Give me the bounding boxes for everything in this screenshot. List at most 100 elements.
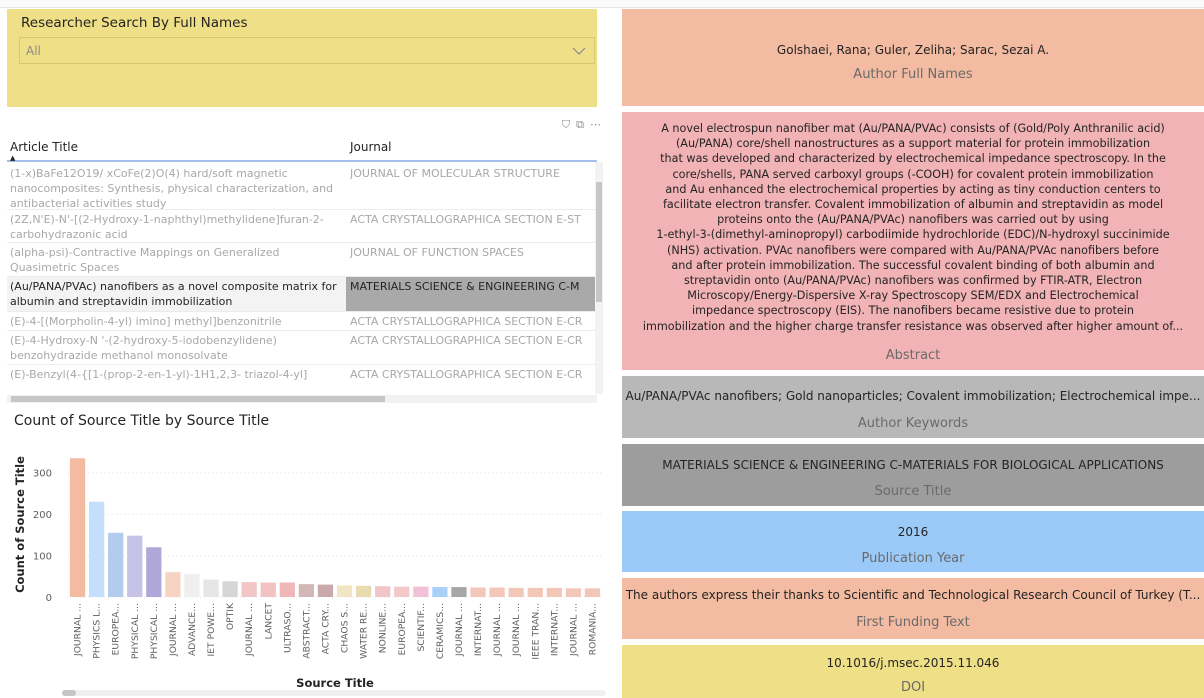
cell-journal: JOURNAL OF MOLECULAR STRUCTURE: [350, 167, 560, 180]
cell-journal: ACTA CRYSTALLOGRAPHICA SECTION E-ST: [350, 213, 581, 226]
x-tick-label: EUROPEA...: [397, 603, 408, 655]
doi-card: 10.1016/j.msec.2015.11.046 DOI: [622, 645, 1204, 698]
scroll-thumb[interactable]: [11, 396, 385, 402]
doi-label: DOI: [900, 680, 926, 695]
funding-label: First Funding Text: [856, 615, 970, 630]
column-header-article-title[interactable]: Article Title: [10, 140, 78, 154]
bar: [432, 587, 448, 597]
scroll-thumb[interactable]: [596, 182, 602, 302]
table-row[interactable]: (2Z,N'E)-N'-[(2-Hydroxy-1-naphthyl)methy…: [7, 210, 597, 243]
x-tick-label: ROMANIA...: [587, 603, 598, 655]
bar: [222, 581, 238, 597]
x-tick-label: JOURNAL ...: [73, 603, 84, 657]
bar: [470, 587, 486, 597]
bar: [527, 587, 543, 597]
x-tick-label: JOURNAL ...: [568, 603, 579, 657]
x-tick-label: JOURNAL ...: [492, 603, 503, 657]
x-tick-label: ABSTRACT...: [301, 603, 312, 659]
bar: [241, 582, 257, 597]
x-tick-label: ACTA CRY...: [320, 603, 331, 654]
x-tick-label: CHAOS S...: [340, 603, 351, 653]
x-tick-label: CERAMICS...: [435, 603, 446, 659]
bar: [69, 458, 86, 597]
bar: [489, 587, 505, 597]
cell-journal: MATERIALS SCIENCE & ENGINEERING C-M: [346, 277, 597, 311]
bar: [184, 574, 200, 597]
x-tick-label: ADVANCE...: [187, 603, 198, 656]
horizontal-scrollbar[interactable]: [7, 395, 597, 403]
year-value: 2016: [897, 525, 929, 539]
abstract-line: that was developed and characterized by …: [660, 152, 1166, 166]
visual-header: ⛉ ⧉ ⋯: [562, 118, 601, 132]
x-tick-label: IET POWE...: [206, 603, 217, 656]
abstract-line: proteins onto the (Au/PANA/PVAc) nanofib…: [717, 213, 1109, 227]
abstract-label: Abstract: [885, 348, 941, 363]
cell-article-title: (E)-4-[(Morpholin-4-yl) imino] methyl]be…: [10, 315, 282, 328]
cell-article-title: (2Z,N'E)-N'-[(2-Hydroxy-1-naphthyl)methy…: [10, 213, 324, 241]
doi-value: 10.1016/j.msec.2015.11.046: [826, 656, 1000, 670]
author-value: Golshaei, Rana; Guler, Zeliha; Sarac, Se…: [776, 43, 1050, 57]
cell-journal: ACTA CRYSTALLOGRAPHICA SECTION E-CR: [350, 334, 583, 347]
focus-mode-icon[interactable]: ⧉: [576, 118, 584, 132]
author-label: Author Full Names: [853, 67, 973, 82]
x-tick-label: SCIENTIF...: [416, 603, 427, 652]
chart-scrollbar: [62, 690, 606, 696]
cell-article-title: (Au/PANA/PVAc) nanofibers as a novel com…: [10, 280, 337, 308]
x-tick-label: JOURNAL ...: [244, 603, 255, 657]
article-table: ⛉ ⧉ ⋯ Article Title ▲ Journal (1-x)BaFe1…: [7, 118, 603, 408]
y-tick-label: 200: [33, 510, 52, 521]
column-header-journal[interactable]: Journal: [350, 140, 392, 154]
bar: [298, 584, 315, 597]
researcher-dropdown[interactable]: All: [19, 37, 595, 64]
filter-icon[interactable]: ⛉: [562, 118, 570, 132]
chart-title: Count of Source Title by Source Title: [14, 413, 270, 429]
x-tick-label: JOURNAL ...: [168, 603, 179, 657]
dropdown-value: All: [26, 44, 41, 58]
x-tick-label: PHYSICAL ...: [130, 603, 141, 659]
x-tick-label: EUROPEA...: [111, 603, 122, 655]
abstract-line: 1-ethyl-3-(dimethyl-aminopropyl) carbodi…: [656, 228, 1170, 242]
cell-journal: ACTA CRYSTALLOGRAPHICA SECTION E-CR: [350, 315, 583, 328]
year-card: 2016 Publication Year: [622, 511, 1204, 572]
table-row[interactable]: (E)-4-[(Morpholin-4-yl) imino] methyl]be…: [7, 312, 597, 331]
abstract-line: streptavidin onto (Au/PANA/PVAc) nanofib…: [683, 274, 1143, 288]
researcher-slicer: Researcher Search By Full Names All: [7, 9, 597, 107]
vertical-scrollbar[interactable]: [595, 162, 603, 394]
bar: [355, 585, 372, 597]
cell-journal: JOURNAL OF FUNCTION SPACES: [350, 246, 524, 259]
author-card: Golshaei, Rana; Guler, Zeliha; Sarac, Se…: [622, 9, 1204, 106]
abstract-line: and Au enhanced the electrochemical prop…: [665, 182, 1161, 196]
abstract-line: Microscopy/Energy-Dispersive X-ray Spect…: [687, 289, 1139, 303]
table-row[interactable]: (1-x)BaFe12O19/ xCoFe(2)O(4) hard/soft m…: [7, 164, 597, 210]
x-tick-label: LANCET: [263, 603, 274, 640]
abstract-line: A novel electrospun nanofiber mat (Au/PA…: [661, 122, 1165, 135]
table-row-selected[interactable]: (Au/PANA/PVAc) nanofibers as a novel com…: [7, 277, 597, 312]
year-label: Publication Year: [861, 551, 965, 566]
funding-value: The authors express their thanks to Scie…: [625, 588, 1201, 602]
cell-article-title: (E)-4-Hydroxy-N '-(2-hydroxy-5-iodobenzy…: [10, 334, 277, 362]
table-row[interactable]: (alpha-psi)-Contractive Mappings on Gene…: [7, 243, 597, 277]
abstract-line: (NHS) activation. PVAc nanofibers were c…: [666, 243, 1160, 257]
slicer-title: Researcher Search By Full Names: [21, 15, 248, 31]
x-tick-label: PHYSICAL ...: [149, 603, 160, 659]
abstract-card: A novel electrospun nanofiber mat (Au/PA…: [622, 112, 1204, 370]
x-tick-label: INTERNAT...: [549, 603, 560, 656]
more-options-icon[interactable]: ⋯: [590, 118, 601, 132]
abstract-line: immobilization and the higher charge tra…: [642, 319, 1184, 333]
x-tick-label: PHYSICS L...: [92, 603, 103, 659]
table-row[interactable]: (E)-Benzyl(4-{[1-(prop-2-en-1-yl)-1H1,2,…: [7, 365, 597, 394]
bar: [127, 535, 143, 597]
cell-article-title: (1-x)BaFe12O19/ xCoFe(2)O(4) hard/soft m…: [10, 167, 334, 210]
abstract-line: and after protein immobilization. The su…: [671, 258, 1155, 272]
abstract-line: (Au/PANA) core/shell nanostructures as a…: [675, 137, 1151, 151]
cell-article-title: (alpha-psi)-Contractive Mappings on Gene…: [10, 246, 280, 274]
table-header: Article Title ▲ Journal: [7, 134, 597, 162]
chart-scroll-thumb[interactable]: [62, 690, 76, 696]
bar: [260, 582, 276, 597]
abstract-line: impedance spectroscopy (EIS). The nanofi…: [692, 304, 1134, 318]
bar: [451, 587, 467, 597]
funding-card: The authors express their thanks to Scie…: [622, 578, 1204, 639]
top-border: [0, 0, 1204, 8]
x-tick-label: OPTIK: [225, 602, 236, 630]
table-row[interactable]: (E)-4-Hydroxy-N '-(2-hydroxy-5-iodobenzy…: [7, 331, 597, 365]
